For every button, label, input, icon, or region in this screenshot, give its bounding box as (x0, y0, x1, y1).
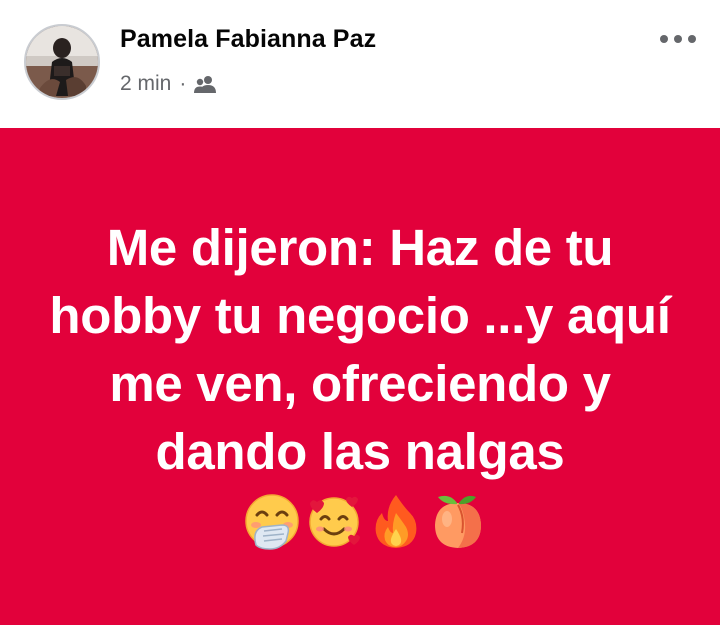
post-header: Pamela Fabianna Paz 2 min · (0, 0, 720, 128)
facebook-post: Pamela Fabianna Paz 2 min · Me dijeron: … (0, 0, 720, 643)
meta-separator: · (179, 72, 187, 95)
hand-over-mouth-emoji (242, 491, 302, 551)
post-text: Me dijeron: Haz de tu hobby tu negocio .… (40, 214, 680, 554)
avatar[interactable] (24, 24, 100, 100)
author-name[interactable]: Pamela Fabianna Paz (120, 25, 376, 54)
fire-emoji (366, 491, 426, 551)
friends-icon[interactable] (193, 74, 217, 94)
peach-emoji (428, 491, 488, 551)
emoji-row (241, 491, 489, 551)
more-horizontal-icon (660, 35, 696, 43)
smiling-face-with-hearts-emoji (304, 491, 364, 551)
more-options-button[interactable] (658, 24, 698, 54)
timestamp[interactable]: 2 min (120, 72, 171, 96)
post-footer-spacer (0, 625, 720, 643)
post-meta: 2 min · (120, 70, 217, 98)
post-text-background: Me dijeron: Haz de tu hobby tu negocio .… (0, 128, 720, 625)
post-text-content: Me dijeron: Haz de tu hobby tu negocio .… (49, 218, 671, 480)
